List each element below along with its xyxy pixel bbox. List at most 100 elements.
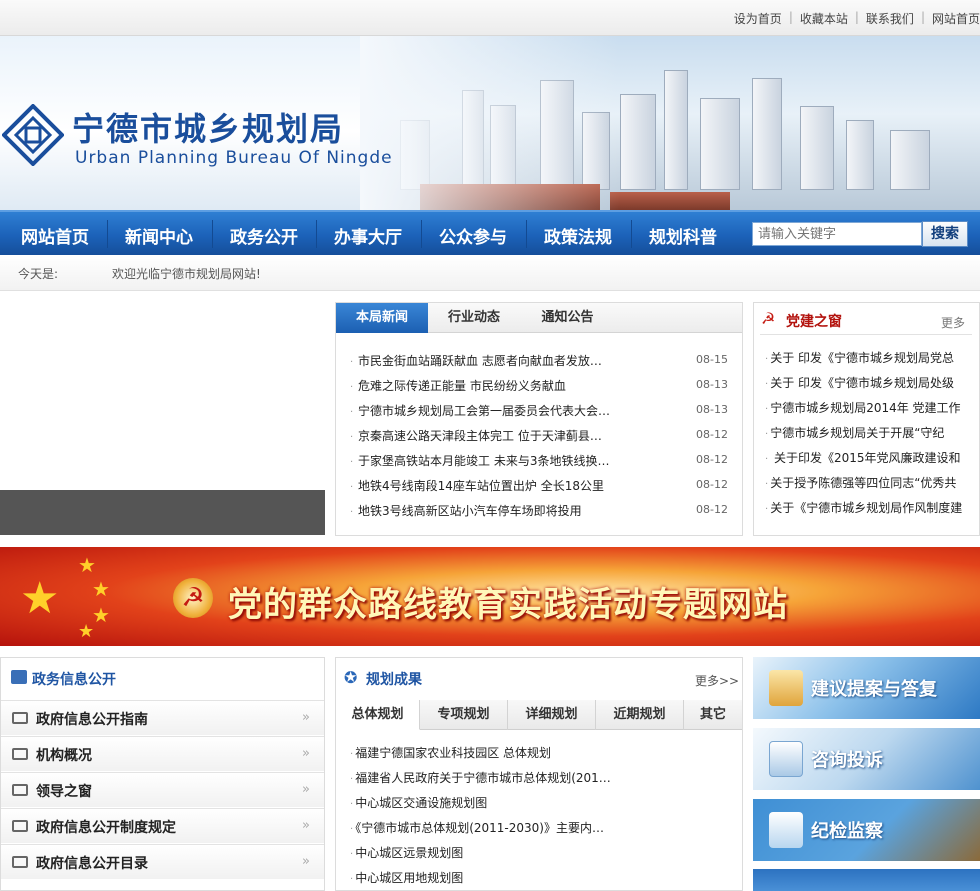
news-date: 08-15: [696, 353, 728, 366]
bookmark-link[interactable]: 收藏本站: [800, 10, 848, 27]
contact-link[interactable]: 联系我们: [866, 10, 914, 27]
news-title[interactable]: 地铁3号线高新区站小汽车停车场即将投用: [358, 502, 658, 519]
flag-star-icon: ★: [92, 603, 110, 627]
nav-public-participation[interactable]: 公众参与: [439, 223, 507, 248]
party-item[interactable]: · 宁德市城乡规划局2014年 党建工作: [765, 399, 980, 424]
search-input[interactable]: [752, 222, 922, 246]
party-item[interactable]: · 关于印发《2015年党风廉政建设和: [765, 449, 980, 474]
party-more-link[interactable]: 更多: [941, 314, 965, 331]
double-chevron-icon: »: [302, 818, 310, 833]
separator: |: [788, 10, 793, 24]
search-button[interactable]: 搜索: [922, 221, 968, 247]
flag-star-icon: ★: [92, 577, 110, 601]
proposal-reply-tile[interactable]: 建议提案与答复: [753, 657, 980, 719]
news-date: 08-12: [696, 428, 728, 441]
tab-notices[interactable]: 通知公告: [520, 303, 615, 333]
nav-planning-science[interactable]: 规划科普: [649, 223, 717, 248]
logo-title-cn: 宁德市城乡规划局: [72, 110, 345, 148]
news-title[interactable]: 危难之际传递正能量 市民纷纷义务献血: [358, 377, 658, 394]
party-title: 党建之窗: [786, 314, 842, 330]
news-item[interactable]: · 地铁4号线南段14座车站位置出炉 全长18公里 08-12: [350, 477, 730, 502]
double-chevron-icon: »: [302, 746, 310, 761]
double-chevron-icon: »: [302, 854, 310, 869]
gov-info-item[interactable]: 政府信息公开指南»: [1, 700, 324, 735]
folder-icon: [12, 712, 28, 724]
gov-info-item[interactable]: 政府信息公开目录»: [1, 844, 324, 879]
tab-industry-news[interactable]: 行业动态: [428, 303, 520, 333]
news-date: 08-12: [696, 503, 728, 516]
slideshow-caption-bar: [0, 490, 325, 535]
double-chevron-icon: »: [302, 782, 310, 797]
flag-star-icon: ★: [78, 621, 95, 642]
news-title[interactable]: 市民金街血站踊跃献血 志愿者向献血者发放…: [358, 352, 658, 369]
tab-other[interactable]: 其它: [684, 700, 742, 730]
building-icon: [11, 670, 27, 684]
separator: |: [920, 10, 925, 24]
plan-item[interactable]: · 中心城区用地规划图: [350, 869, 735, 891]
document-pen-icon: [769, 741, 803, 777]
news-title[interactable]: 京秦高速公路天津段主体完工 位于天津蓟县…: [358, 427, 658, 444]
party-item[interactable]: · 关于《宁德市城乡规划局作风制度建: [765, 499, 980, 524]
tab-short-term-plan[interactable]: 近期规划: [596, 700, 684, 730]
separator: |: [854, 10, 859, 24]
tab-bureau-news[interactable]: 本局新闻: [336, 303, 428, 333]
nav-home[interactable]: 网站首页: [21, 223, 89, 248]
folder-icon: [12, 856, 28, 868]
news-date: 08-13: [696, 378, 728, 391]
plan-item[interactable]: · 《宁德市城市总体规划(2011-2030)》主要内…: [350, 819, 735, 844]
site-home-link[interactable]: 网站首页: [932, 10, 980, 27]
arrow-icon: [769, 670, 803, 706]
nav-news-center[interactable]: 新闻中心: [125, 223, 193, 248]
party-emblem-icon: ☭: [173, 578, 213, 618]
logo-title-en: Urban Planning Bureau Of Ningde: [75, 148, 393, 168]
news-item[interactable]: · 京秦高速公路天津段主体完工 位于天津蓟县… 08-12: [350, 427, 730, 452]
plan-item[interactable]: · 中心城区远景规划图: [350, 844, 735, 869]
party-item[interactable]: · 关于 印发《宁德市城乡规划局处级: [765, 374, 980, 399]
news-item[interactable]: · 危难之际传递正能量 市民纷纷义务献血 08-13: [350, 377, 730, 402]
gov-info-item[interactable]: 领导之窗»: [1, 772, 324, 807]
divider: [760, 334, 972, 335]
discipline-inspection-tile[interactable]: 纪检监察: [753, 799, 980, 861]
flag-star-icon: ★: [20, 573, 60, 624]
service-tile-partial[interactable]: [753, 869, 980, 891]
flag-star-icon: ★: [78, 553, 96, 577]
news-item[interactable]: · 地铁3号线高新区站小汽车停车场即将投用 08-12: [350, 502, 730, 527]
news-title[interactable]: 于家堡高铁站本月能竣工 未来与3条地铁线换…: [358, 452, 658, 469]
top-links: 设为首页 | 收藏本站 | 联系我们 | 网站首页: [734, 10, 980, 27]
news-date: 08-12: [696, 478, 728, 491]
plan-more-link[interactable]: 更多>>: [695, 672, 739, 689]
consult-complaint-tile[interactable]: 咨询投诉: [753, 728, 980, 790]
news-item[interactable]: · 宁德市城乡规划局工会第一届委员会代表大会… 08-13: [350, 402, 730, 427]
tab-master-plan[interactable]: 总体规划: [336, 700, 420, 730]
plan-item[interactable]: · 福建省人民政府关于宁德市城市总体规划(201…: [350, 769, 735, 794]
set-homepage-link[interactable]: 设为首页: [734, 10, 782, 27]
welcome-text: 欢迎光临宁德市规划局网站!: [112, 267, 261, 281]
nav-service-hall[interactable]: 办事大厅: [334, 223, 402, 248]
hammer-sickle-icon: ☭: [761, 309, 776, 328]
news-title[interactable]: 宁德市城乡规划局工会第一届委员会代表大会…: [358, 402, 658, 419]
news-item[interactable]: · 市民金街血站踊跃献血 志愿者向献血者发放… 08-15: [350, 352, 730, 377]
today-label: 今天是:: [18, 267, 59, 281]
banner-title[interactable]: 党的群众路线教育实践活动专题网站: [228, 577, 788, 626]
folder-icon: [12, 748, 28, 760]
party-item[interactable]: · 关于授予陈德强等四位同志“优秀共: [765, 474, 980, 499]
news-item[interactable]: · 于家堡高铁站本月能竣工 未来与3条地铁线换… 08-12: [350, 452, 730, 477]
nav-gov-affairs[interactable]: 政务公开: [230, 223, 298, 248]
plan-item[interactable]: · 中心城区交通设施规划图: [350, 794, 735, 819]
bureau-logo-icon[interactable]: [2, 104, 64, 166]
plan-item[interactable]: · 福建宁德国家农业科技园区 总体规划: [350, 744, 735, 769]
plan-results-title: 规划成果: [366, 672, 422, 688]
tab-special-plan[interactable]: 专项规划: [420, 700, 508, 730]
nav-policies[interactable]: 政策法规: [544, 223, 612, 248]
star-icon: ✪: [344, 668, 358, 687]
news-date: 08-13: [696, 403, 728, 416]
gov-info-item[interactable]: 政府信息公开制度规定»: [1, 808, 324, 843]
tab-detailed-plan[interactable]: 详细规划: [508, 700, 596, 730]
double-chevron-icon: »: [302, 710, 310, 725]
party-item[interactable]: · 关于 印发《宁德市城乡规划局党总: [765, 349, 980, 374]
person-icon: [769, 812, 803, 848]
news-title[interactable]: 地铁4号线南段14座车站位置出炉 全长18公里: [358, 477, 658, 494]
folder-icon: [12, 784, 28, 796]
gov-info-item[interactable]: 机构概况»: [1, 736, 324, 771]
party-item[interactable]: · 宁德市城乡规划局关于开展“守纪: [765, 424, 980, 449]
